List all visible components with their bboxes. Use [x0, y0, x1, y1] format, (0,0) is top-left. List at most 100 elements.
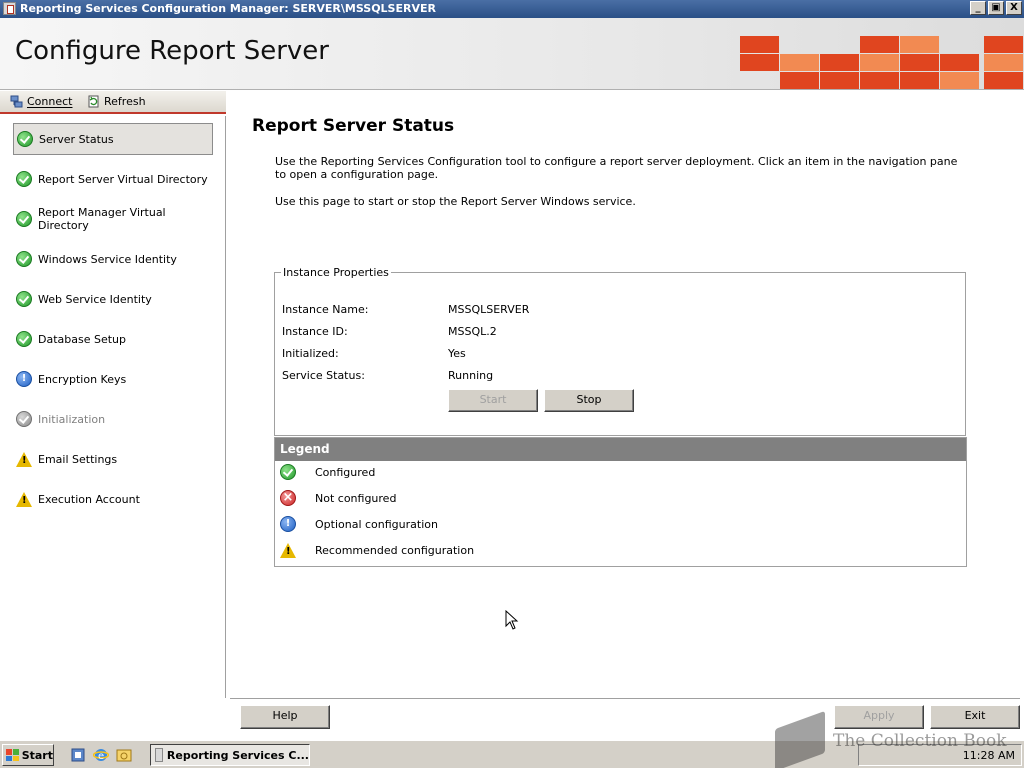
nav-item-label: Windows Service Identity	[38, 252, 177, 266]
instructions-text: Use this page to start or stop the Repor…	[275, 195, 636, 208]
nav-item-server-status[interactable]: Server Status	[13, 123, 213, 155]
nav-item-execution-account[interactable]: Execution Account	[13, 483, 213, 515]
configuration-manager-window: { "window": { "title": "Reporting Servic…	[0, 0, 1024, 768]
window-title-bar[interactable]: Reporting Services Configuration Manager…	[0, 0, 1024, 18]
nav-item-database-setup[interactable]: Database Setup	[13, 323, 213, 355]
legend-panel: Legend Configured Not configured Optiona…	[274, 437, 967, 567]
minimize-button[interactable]: _	[970, 1, 986, 15]
taskbar-window-label: Reporting Services C...	[166, 748, 309, 762]
nav-item-label: Report Server Virtual Directory	[38, 172, 208, 186]
apply-button[interactable]: Apply	[834, 705, 924, 729]
connect-button[interactable]: Connect	[10, 95, 72, 108]
decorative-tile	[900, 54, 939, 71]
legend-label: Configured	[315, 465, 376, 479]
legend-label: Recommended configuration	[315, 543, 475, 557]
clock[interactable]: 11:28 AM	[963, 749, 1015, 762]
configured-check-icon	[16, 211, 32, 227]
instance-properties-group: Instance Properties Instance Name: MSSQL…	[274, 266, 966, 436]
legend-label: Not configured	[315, 491, 397, 505]
nav-item-email-settings[interactable]: Email Settings	[13, 443, 213, 475]
optional-info-icon	[16, 371, 32, 387]
legend-row-not-configured: Not configured	[280, 489, 396, 507]
legend-label: Optional configuration	[315, 517, 438, 531]
group-label: Instance Properties	[281, 266, 391, 279]
disabled-check-icon	[16, 411, 32, 427]
internet-explorer-icon[interactable]: e	[93, 747, 109, 763]
window-title: Reporting Services Configuration Manager…	[20, 2, 436, 15]
configured-check-icon	[16, 291, 32, 307]
configured-check-icon	[16, 331, 32, 347]
close-button[interactable]: X	[1006, 1, 1022, 15]
decorative-tile	[780, 72, 819, 89]
restore-button[interactable]: ▣	[988, 1, 1004, 15]
decorative-tile	[984, 72, 1023, 89]
exit-button[interactable]: Exit	[930, 705, 1020, 729]
nav-item-label: Database Setup	[38, 332, 126, 346]
warning-icon	[16, 451, 32, 467]
service-status-value: Running	[448, 369, 494, 382]
refresh-icon	[88, 95, 99, 108]
main-content: Report Server Status Use the Reporting S…	[227, 91, 1024, 698]
intro-text: Use the Reporting Services Configuration…	[275, 155, 958, 181]
decorative-tile	[940, 54, 979, 71]
header-banner: Configure Report Server	[0, 18, 1024, 90]
nav-item-web-service-identity[interactable]: Web Service Identity	[13, 283, 213, 315]
nav-item-label: Web Service Identity	[38, 292, 152, 306]
nav-item-label: Encryption Keys	[38, 372, 127, 386]
start-label: Start	[21, 748, 53, 762]
decorative-tile	[860, 54, 899, 71]
footer-divider	[230, 698, 1020, 699]
warning-icon	[280, 542, 296, 558]
taskbar-window-button[interactable]: Reporting Services C...	[150, 744, 310, 766]
optional-info-icon	[280, 516, 296, 532]
nav-item-report-manager-virtual-directory[interactable]: Report Manager Virtual Directory	[13, 203, 213, 235]
decorative-tile	[860, 72, 899, 89]
nav-item-initialization[interactable]: Initialization	[13, 403, 213, 435]
explorer-folder-icon[interactable]	[116, 747, 132, 763]
nav-item-label: Report Manager Virtual Directory	[38, 206, 166, 232]
decorative-tile	[984, 36, 1023, 53]
window-controls: _ ▣ X	[970, 1, 1022, 15]
app-header-title: Configure Report Server	[15, 36, 329, 66]
connect-label: Connect	[27, 95, 73, 108]
warning-icon	[16, 491, 32, 507]
not-configured-x-icon	[280, 490, 296, 506]
nav-item-encryption-keys[interactable]: Encryption Keys	[13, 363, 213, 395]
legend-row-recommended: Recommended configuration	[280, 541, 474, 559]
decorative-tile	[900, 36, 939, 53]
decorative-tile	[900, 72, 939, 89]
decorative-tile	[820, 54, 859, 71]
help-button[interactable]: Help	[240, 705, 330, 729]
decorative-tile	[740, 36, 779, 53]
app-icon	[3, 2, 16, 15]
start-button[interactable]: Start	[2, 744, 54, 766]
decorative-tile	[820, 72, 859, 89]
nav-item-label: Execution Account	[38, 492, 140, 506]
nav-item-label: Email Settings	[38, 452, 118, 466]
nav-item-label: Initialization	[38, 412, 106, 426]
instance-id-value: MSSQL.2	[448, 325, 497, 338]
decorative-tile	[780, 54, 819, 71]
start-button[interactable]: Start	[448, 389, 538, 412]
page-title: Report Server Status	[252, 116, 455, 136]
legend-row-optional: Optional configuration	[280, 515, 438, 533]
instance-name-label: Instance Name:	[282, 303, 369, 316]
stop-button[interactable]: Stop	[544, 389, 634, 412]
windows-logo-icon	[6, 749, 19, 761]
configured-check-icon	[16, 171, 32, 187]
decorative-tile	[740, 54, 779, 71]
service-status-label: Service Status:	[282, 369, 365, 382]
legend-row-configured: Configured	[280, 463, 375, 481]
initialized-value: Yes	[448, 347, 466, 360]
configured-check-icon	[16, 251, 32, 267]
server-manager-icon[interactable]	[70, 747, 86, 763]
instance-id-label: Instance ID:	[282, 325, 348, 338]
connect-icon	[10, 95, 23, 108]
nav-item-windows-service-identity[interactable]: Windows Service Identity	[13, 243, 213, 275]
initialized-label: Initialized:	[282, 347, 339, 360]
nav-item-report-server-virtual-directory[interactable]: Report Server Virtual Directory	[13, 163, 213, 195]
taskbar: Start e Reporting Services C... 11:28 AM	[0, 740, 1024, 768]
refresh-label: Refresh	[104, 95, 146, 108]
refresh-button[interactable]: Refresh	[87, 95, 146, 108]
navigation-pane: Server Status Report Server Virtual Dire…	[0, 116, 226, 698]
